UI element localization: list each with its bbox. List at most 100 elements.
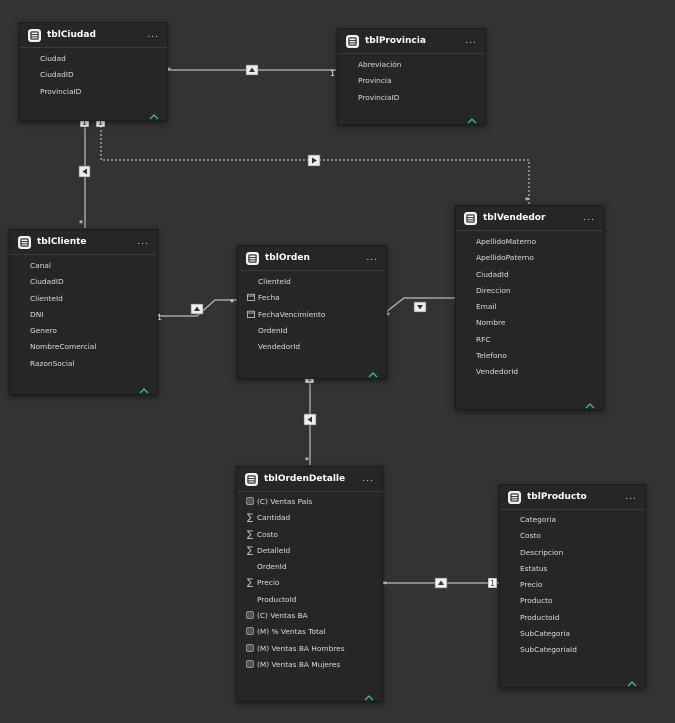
field-subcategoriaid[interactable]: SubCategoriaId [500,642,645,658]
field-clienteid[interactable]: ClienteId [238,274,386,290]
field-productoid[interactable]: ProductoId [500,610,645,626]
table-title: tblCliente [37,237,87,247]
more-icon[interactable]: ... [465,36,477,46]
more-icon[interactable]: ... [362,474,374,484]
field-provincia[interactable]: Provincia [338,73,485,89]
table-icon [464,211,477,225]
table-header[interactable]: tblOrdenDetalle ... [237,467,382,492]
field-nombre[interactable]: Nombre [456,315,603,331]
table-title: tblProducto [527,492,587,502]
field-provinciaid[interactable]: ProvinciaID [20,84,167,100]
card-many: * [525,196,529,205]
calculator-icon [245,624,255,640]
more-icon[interactable]: ... [366,253,378,263]
field-nombrecomercial[interactable]: NombreComercial [10,339,157,355]
field-label: (C) Ventas BA [257,611,308,621]
rel-producto-ordendetalle[interactable]: * 1 [381,577,499,589]
more-icon[interactable]: ... [137,237,149,247]
calculator-icon [245,494,255,510]
field-detalleid[interactable]: ∑ DetalleId [237,543,382,559]
field-ordenid[interactable]: OrdenId [237,559,382,575]
field-label: (M) Ventas BA Mujeres [257,659,341,669]
field-costo[interactable]: ∑ Costo [237,527,382,543]
chevron-up-icon[interactable] [364,687,374,701]
field-telefono[interactable]: Telefono [456,348,603,364]
more-icon[interactable]: ... [625,492,637,502]
field-c-ventas-ba[interactable]: (C) Ventas BA [237,608,382,624]
field-vendedorid[interactable]: VendedorId [238,339,386,355]
table-card-tblvendedor[interactable]: tblVendedor ... ApellidoMaterno Apellido… [455,205,604,410]
table-header[interactable]: tblVendedor ... [456,206,603,231]
field-estatus[interactable]: Estatus [500,561,645,577]
field-apellidomaterno[interactable]: ApellidoMaterno [456,234,603,250]
field-ciudadid[interactable]: CiudadId [456,267,603,283]
rel-ciudad-provincia[interactable]: * 1 [166,64,336,78]
table-header[interactable]: tblProvincia ... [338,29,485,54]
field-m-ventas-total[interactable]: (M) % Ventas Total [237,624,382,640]
arrow-icon [312,157,317,164]
table-header[interactable]: tblCliente ... [10,230,157,255]
field-precio[interactable]: Precio [500,577,645,593]
card-many: * [230,298,234,307]
field-dni[interactable]: DNI [10,307,157,323]
field-razonsocial[interactable]: RazonSocial [10,356,157,372]
field-clienteid[interactable]: ClienteId [10,291,157,307]
more-icon[interactable]: ... [147,30,159,40]
calculator-icon [245,657,255,673]
field-ciudad[interactable]: Ciudad [20,51,167,67]
card-one: 1 [490,579,495,588]
table-card-tblciudad[interactable]: tblCiudad ... Ciudad CiudadID ProvinciaI… [19,22,168,121]
field-categoria[interactable]: Categoria [500,512,645,528]
field-cantidad[interactable]: ∑ Cantidad [237,510,382,526]
field-provinciaid[interactable]: ProvinciaID [338,90,485,106]
table-card-tblproducto[interactable]: tblProducto ... Categoria Costo Descripc… [499,484,646,688]
field-productoid[interactable]: ProductoId [237,592,382,608]
table-card-tblordendetalle[interactable]: tblOrdenDetalle ... (C) Ventas País ∑ Ca… [236,466,383,702]
field-direccion[interactable]: Direccion [456,283,603,299]
chevron-up-icon[interactable] [467,110,477,124]
field-c-ventas-pais[interactable]: (C) Ventas País [237,494,382,510]
field-ordenid[interactable]: OrdenId [238,323,386,339]
field-m-ventas-ba-mujeres[interactable]: (M) Ventas BA Mujeres [237,657,382,673]
rel-vendedor-orden[interactable]: * [385,297,455,320]
table-icon [245,472,258,486]
rel-cliente-orden[interactable]: 1 * [157,298,237,322]
rel-ciudad-cliente[interactable]: 1 * [78,116,91,228]
more-icon[interactable]: ... [583,213,595,223]
field-genero[interactable]: Genero [10,323,157,339]
chevron-up-icon[interactable] [585,395,595,409]
table-icon [508,490,521,504]
field-ciudadid[interactable]: CiudadID [20,67,167,83]
field-m-ventas-ba-hombres[interactable]: (M) Ventas BA Hombres [237,641,382,657]
chevron-up-icon[interactable] [149,106,159,120]
card-many: * [383,580,387,589]
field-fechavencimiento[interactable]: FechaVencimiento [238,307,386,323]
field-apellidopaterno[interactable]: ApellidoPaterno [456,250,603,266]
table-header[interactable]: tblOrden ... [238,246,386,271]
chevron-up-icon[interactable] [368,364,378,378]
chevron-up-icon[interactable] [627,673,637,687]
field-abreviacion[interactable]: Abreviación [338,57,485,73]
field-ciudadid[interactable]: CiudadID [10,274,157,290]
card-one: 1 [330,69,335,78]
table-card-tblorden[interactable]: tblOrden ... ClienteId Fecha FechaVencim… [237,245,387,379]
field-canal[interactable]: Canal [10,258,157,274]
card-many: * [79,219,83,228]
table-header[interactable]: tblCiudad ... [20,23,167,48]
field-vendedorid[interactable]: VendedorId [456,364,603,380]
field-descripcion[interactable]: Descripcion [500,545,645,561]
field-producto[interactable]: Producto [500,593,645,609]
rel-orden-ordendetalle[interactable]: 1 * [303,372,317,465]
field-subcategoria[interactable]: SubCategoria [500,626,645,642]
chevron-up-icon[interactable] [139,380,149,394]
field-email[interactable]: Email [456,299,603,315]
table-card-tblprovincia[interactable]: tblProvincia ... Abreviación Provincia P… [337,28,486,125]
rel-ciudad-vendedor[interactable]: 1 * [95,116,530,205]
field-fecha[interactable]: Fecha [238,290,386,306]
table-card-tblcliente[interactable]: tblCliente ... Canal CiudadID ClienteId … [9,229,158,395]
field-rfc[interactable]: RFC [456,332,603,348]
field-costo[interactable]: Costo [500,528,645,544]
card-many: * [305,456,309,465]
table-header[interactable]: tblProducto ... [500,485,645,510]
field-precio[interactable]: ∑ Precio [237,575,382,591]
